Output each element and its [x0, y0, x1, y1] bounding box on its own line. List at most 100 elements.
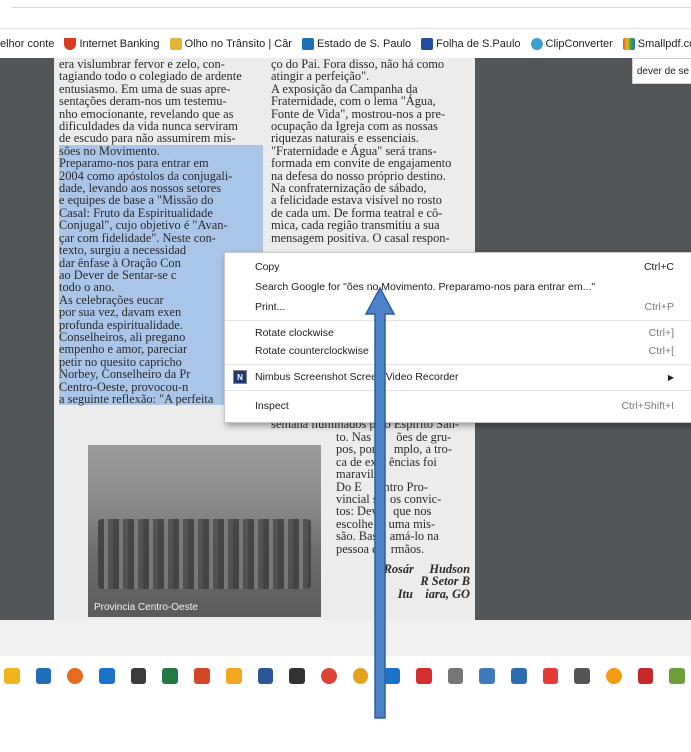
app-red-icon[interactable] [542, 668, 559, 684]
text-line: riquezas naturais e essenciais. [271, 131, 419, 146]
bookmark-estado-de-s-paulo[interactable]: Estado de S. Paulo [301, 38, 412, 50]
bookmark-label: Estado de S. Paulo [316, 38, 412, 50]
menu-separator [225, 364, 691, 365]
menu-item-label: Rotate counterclockwise [255, 345, 369, 357]
text-line: formada em convite de engajamento [271, 156, 452, 171]
shield-icon[interactable] [415, 668, 432, 684]
menu-item-shortcut: Ctrl+C [643, 261, 674, 273]
bookmark-truncated[interactable]: elhor conte [0, 38, 54, 50]
menu-item-label: Nimbus Screenshot Screen Video Recorder [255, 371, 459, 383]
menu-item-shortcut: Ctrl+[ [648, 345, 674, 357]
menu-item-search-google[interactable]: Search Google for "ões no Movimento. Pre… [225, 277, 691, 297]
firefox-icon[interactable] [67, 668, 84, 684]
folha-icon [421, 38, 434, 50]
text-line: pessoa d rmãos. [336, 541, 425, 556]
tray-icon[interactable] [669, 668, 686, 684]
orange-app-icon[interactable] [606, 668, 622, 684]
menu-item-rotate-clockwise[interactable]: Rotate clockwise Ctrl+] [225, 323, 691, 343]
bookmark-label: Olho no Trânsito | Câr [184, 38, 292, 50]
address-bar-edge [12, 7, 691, 8]
bookmark-label: Smallpdf.com - A Fr [637, 38, 691, 50]
text-line: sentações deram-nos um testemu- [59, 94, 227, 109]
menu-item-rotate-counterclockwise[interactable]: Rotate counterclockwise Ctrl+[ [225, 341, 691, 361]
text-line: maravilh [336, 467, 381, 482]
bookmark-label: ClipConverter [545, 38, 613, 50]
text-line: atingir a perfeição". [271, 69, 370, 84]
people-icon[interactable] [479, 668, 495, 684]
menu-item-label: Print... [255, 301, 286, 313]
photo-caption: Provincia Centro-Oeste [94, 602, 198, 613]
bookmark-label: elhor conte [0, 38, 55, 50]
text-line: tagiando todo o colegiado de ardente [59, 69, 242, 84]
browser-top-bar [0, 0, 691, 29]
tooltip-text: dever de se [636, 65, 690, 77]
menu-item-inspect[interactable]: Inspect Ctrl+Shift+I [225, 396, 691, 416]
menu-item-label: Inspect [255, 400, 289, 412]
menu-item-shortcut: Ctrl+P [644, 301, 674, 313]
powerpoint-icon[interactable] [194, 668, 210, 684]
bookmark-smallpdf[interactable]: Smallpdf.com - A Fr [622, 38, 691, 50]
clipconverter-icon [530, 38, 543, 50]
excel-icon[interactable] [162, 668, 179, 684]
chrome-icon-2[interactable] [352, 668, 369, 684]
network-icon[interactable] [447, 668, 464, 684]
text-column-right[interactable]: ço do Pai. Fora disso, não há como atingi… [271, 58, 467, 244]
menu-item-label: Rotate clockwise [255, 327, 334, 339]
messenger-icon[interactable] [225, 668, 242, 684]
chrome-icon[interactable] [320, 668, 337, 684]
outlook-icon[interactable] [99, 668, 115, 684]
photo-crowd [98, 519, 311, 589]
submenu-arrow-icon: ▶ [667, 372, 674, 382]
menu-item-label: Search Google for "ões no Movimento. Pre… [255, 281, 596, 293]
menu-item-label: Copy [255, 261, 280, 273]
bookmark-internet-banking[interactable]: Internet Banking [64, 38, 160, 50]
taskbar [0, 656, 691, 696]
signature: Rosár Hudson R Setor B Itu iara, GO [336, 563, 470, 601]
nimbus-icon: N [233, 370, 247, 384]
menu-separator [225, 320, 691, 321]
estadao-icon [301, 38, 314, 50]
bank-icon [64, 38, 77, 50]
search-icon[interactable] [384, 668, 400, 684]
text-line: pos, por e mplo, a tro- [336, 442, 452, 457]
text-column-bottom[interactable]: to. Nas re ões de gru-pos, por e mplo, a… [336, 431, 470, 601]
signature-line: Itu iara, GO [397, 586, 470, 601]
signature-line: R Setor B [420, 574, 470, 589]
text-line: mensagem positiva. O casal respon- [271, 230, 450, 245]
text-line: de escudo para não assumirem mis- [59, 131, 236, 146]
7zip-icon[interactable] [289, 668, 305, 684]
word-icon[interactable] [257, 668, 274, 684]
text-line: tos: Dev que nos [336, 504, 432, 519]
text-line: a felicidade estava visível no rosto [271, 193, 443, 208]
context-menu: Copy Ctrl+C Search Google for "ões no Mo… [224, 252, 691, 423]
text-line: Fraternidade, com o lema "Água, [271, 94, 436, 109]
text-line: Preparamo-nos para entrar em [59, 157, 263, 170]
bookmark-olho-no-transito[interactable]: Olho no Trânsito | Câr [169, 38, 292, 50]
smallpdf-icon [622, 38, 635, 50]
menu-item-shortcut: Ctrl+] [648, 327, 674, 339]
photoshop-elements-icon[interactable] [130, 668, 147, 684]
lock-icon [169, 38, 182, 50]
bookmark-folha-de-s-paulo[interactable]: Folha de S.Paulo [421, 38, 521, 50]
tooltip: dever de se [632, 58, 691, 84]
menu-separator [225, 390, 691, 391]
text-line: são. Bas amá-lo na [336, 529, 439, 544]
file-explorer-icon[interactable] [4, 668, 20, 684]
text-line: e equipes de base a "Missão do [59, 194, 263, 207]
bookmark-label: Folha de S.Paulo [436, 38, 521, 50]
text-line: mica, cada região transmitiu a sua [271, 218, 440, 233]
menu-item-print[interactable]: Print... Ctrl+P [225, 297, 691, 317]
bookmark-clipconverter[interactable]: ClipConverter [530, 38, 613, 50]
menu-item-copy[interactable]: Copy Ctrl+C [225, 257, 691, 277]
status-area [0, 620, 691, 656]
bookmarks-bar: elhor conte Internet Banking Olho no Trâ… [0, 30, 691, 58]
group-photo: Provincia Centro-Oeste [88, 445, 321, 617]
store-icon[interactable] [35, 668, 52, 684]
menu-item-nimbus[interactable]: N Nimbus Screenshot Screen Video Recorde… [225, 367, 691, 387]
battery-icon[interactable] [574, 668, 591, 684]
camera-icon[interactable] [511, 668, 527, 684]
pdf-icon[interactable] [637, 668, 654, 684]
bookmark-label: Internet Banking [79, 38, 160, 50]
menu-item-shortcut: Ctrl+Shift+I [621, 400, 674, 412]
text-line: Conjugal", cujo objetivo é "Avan- [59, 219, 263, 232]
